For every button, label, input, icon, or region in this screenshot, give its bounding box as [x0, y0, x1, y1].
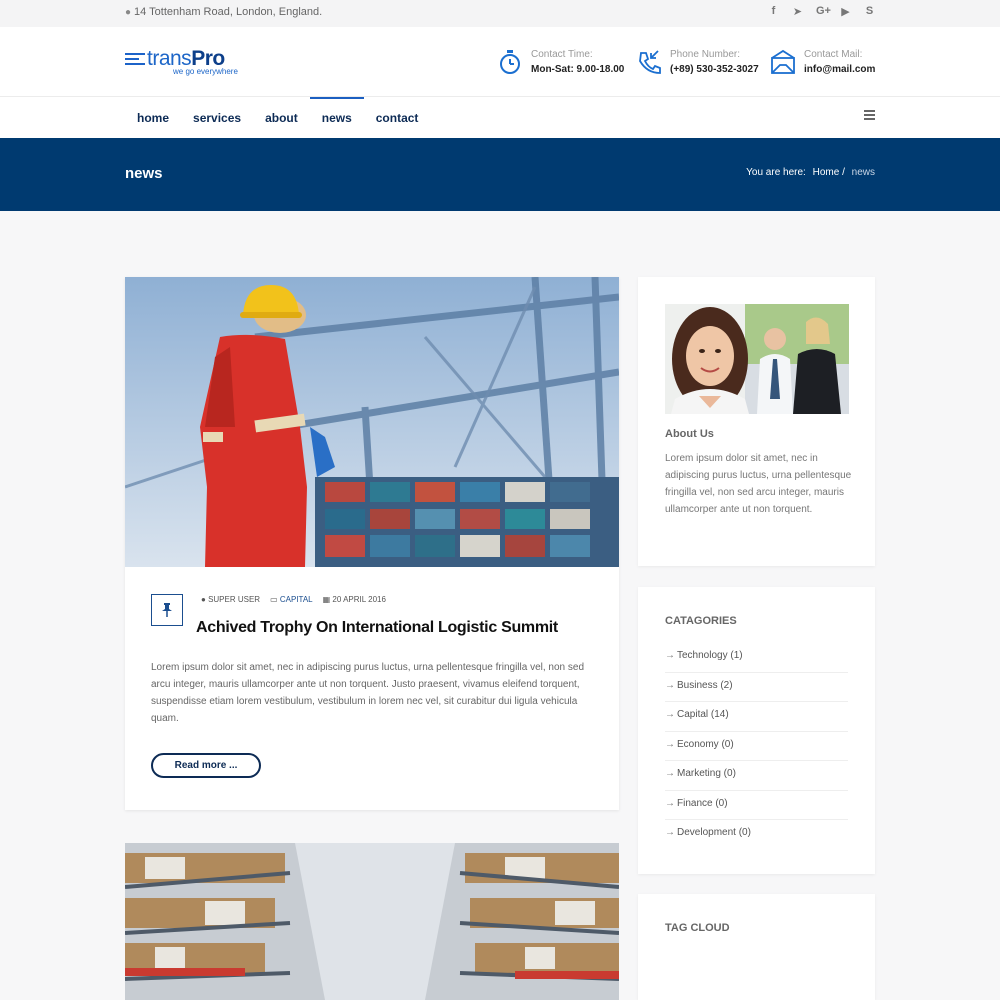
post-title[interactable]: Achived Trophy On International Logistic… [196, 619, 558, 637]
logo[interactable]: transPro we go everywhere [125, 47, 250, 79]
menu-icon[interactable] [864, 110, 875, 122]
breadcrumb-prefix: You are here: [746, 167, 806, 178]
address: ● 14 Tottenham Road, London, England. [125, 6, 322, 18]
post-excerpt: Lorem ipsum dolor sit amet, nec in adipi… [151, 662, 585, 724]
nav-item-news[interactable]: news [309, 97, 364, 138]
about-heading: About Us [665, 428, 714, 440]
youtube-icon[interactable]: ▶ [840, 5, 851, 18]
calendar-icon: ▦ [322, 595, 333, 604]
about-text: Lorem ipsum dolor sit amet, nec in adipi… [665, 453, 852, 515]
sidebar-tag-cloud-widget: TAG CLOUD [638, 894, 875, 1000]
pin-icon [151, 594, 183, 626]
arrow-right-icon: → [665, 709, 675, 720]
category-item[interactable]: → Finance (0) [665, 791, 848, 820]
google-plus-icon[interactable]: G+ [816, 5, 831, 18]
top-bar: ● 14 Tottenham Road, London, England. f ➤… [0, 0, 1000, 27]
skype-icon[interactable]: S [864, 5, 875, 18]
breadcrumb-home[interactable]: Home / [813, 167, 845, 178]
social-links: f ➤ G+ ▶ S [768, 5, 875, 18]
logo-speed-lines [125, 53, 145, 68]
category-item[interactable]: → Marketing (0) [665, 761, 848, 791]
category-item[interactable]: → Capital (14) [665, 702, 848, 732]
breadcrumb: You are here: Home / news [746, 167, 875, 178]
arrow-right-icon: → [665, 827, 675, 838]
contact-phone-label: Phone Number: [670, 49, 741, 60]
contact-time-value: Mon-Sat: 9.00-18.00 [531, 64, 625, 75]
nav-item-home[interactable]: home [125, 97, 181, 138]
category-list: → Technology (1) → Business (2) → Capital (… [665, 643, 848, 850]
arrow-right-icon: → [665, 650, 675, 661]
map-marker-icon: ● [125, 7, 132, 18]
arrow-right-icon: → [665, 738, 675, 750]
arrow-right-icon: → [665, 679, 675, 691]
breadcrumb-current: news [851, 167, 875, 178]
address-text: 14 Tottenham Road, London, England. [134, 6, 323, 18]
nav-menu: home services about news contact [125, 97, 430, 138]
facebook-icon[interactable]: f [768, 5, 779, 18]
sidebar-categories-widget: CATAGORIES → Technology (1) → Business (2)… [638, 587, 875, 874]
category-item[interactable]: → Economy (0) [665, 732, 848, 761]
tag-cloud-heading: TAG CLOUD [665, 922, 730, 934]
contact-phone-value[interactable]: (+89) 530-352-3027 [670, 64, 759, 75]
category-item[interactable]: → Development (0) [665, 820, 848, 850]
read-more-button[interactable]: Read more ... [151, 753, 261, 778]
phone-icon [639, 50, 661, 74]
nav-item-services[interactable]: services [181, 97, 253, 138]
post-category[interactable]: ▭ CAPITAL [270, 595, 313, 604]
page-title: news [125, 165, 163, 182]
folder-icon: ▭ [270, 595, 280, 604]
site-header: transPro we go everywhere Contact Time: … [0, 27, 1000, 97]
nav-item-contact[interactable]: contact [364, 97, 431, 138]
post-image-warehouse[interactable] [125, 843, 619, 1000]
post-card: ● SUPER USER ▭ CAPITAL ▦ 20 APRIL 2016 A… [125, 277, 619, 810]
post-meta: ● SUPER USER ▭ CAPITAL ▦ 20 APRIL 2016 [201, 595, 386, 604]
mail-icon [771, 49, 795, 74]
categories-heading: CATAGORIES [665, 615, 737, 627]
contact-mail-label: Contact Mail: [804, 49, 863, 60]
contact-mail-value[interactable]: info@mail.com [804, 64, 875, 75]
stopwatch-icon [500, 50, 520, 74]
twitter-icon[interactable]: ➤ [792, 5, 803, 18]
category-item[interactable]: → Technology (1) [665, 643, 848, 673]
post-date: ▦ 20 APRIL 2016 [322, 595, 386, 604]
arrow-right-icon: → [665, 768, 675, 779]
page-banner: news You are here: Home / news [0, 138, 1000, 211]
logo-tagline: we go everywhere [173, 67, 238, 76]
nav-item-about[interactable]: about [253, 97, 310, 138]
contact-time-label: Contact Time: [531, 49, 593, 60]
category-item[interactable]: → Business (2) [665, 673, 848, 702]
main-nav: home services about news contact [0, 97, 1000, 138]
post-image[interactable] [125, 277, 619, 567]
arrow-right-icon: → [665, 797, 675, 809]
user-icon: ● [201, 595, 209, 604]
about-image [665, 304, 849, 414]
post-author[interactable]: ● SUPER USER [201, 595, 260, 604]
sidebar-about-widget: About Us Lorem ipsum dolor sit amet, nec… [638, 277, 875, 566]
